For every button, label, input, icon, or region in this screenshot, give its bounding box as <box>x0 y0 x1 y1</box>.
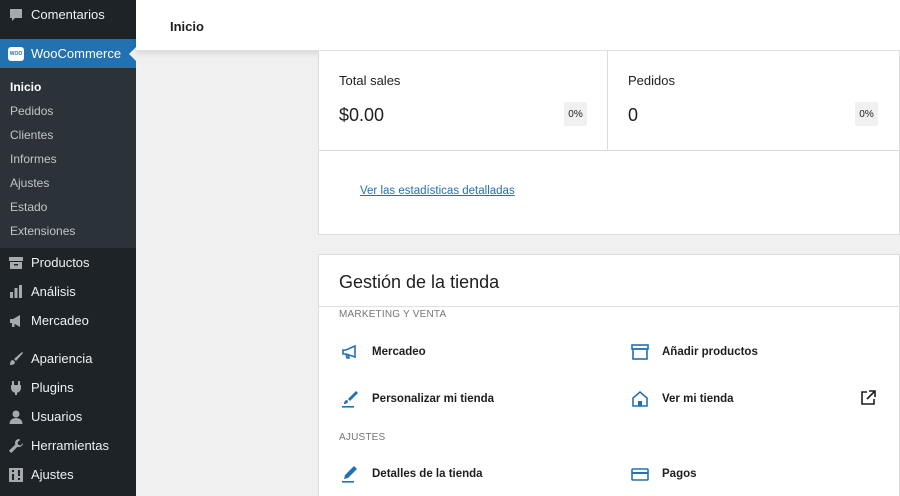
menu-settings[interactable]: Ajustes <box>0 460 136 489</box>
store-management-card: Gestión de la tienda MARKETING Y VENTA M… <box>318 254 900 496</box>
store-item-store-details[interactable]: Detalles de la tienda <box>339 463 483 485</box>
woocommerce-icon: WOO <box>8 46 24 62</box>
submenu-pedidos[interactable]: Pedidos <box>10 104 53 118</box>
stat-value: 0 <box>628 105 639 125</box>
woocommerce-submenu: Inicio Pedidos Clientes Informes Ajustes… <box>0 68 136 248</box>
menu-analytics-label: Análisis <box>31 284 76 299</box>
store-item-label: Detalles de la tienda <box>372 468 483 480</box>
menu-comments[interactable]: Comentarios <box>0 0 136 29</box>
submenu-inicio[interactable]: Inicio <box>10 80 41 94</box>
submenu-extensiones[interactable]: Extensiones <box>10 224 75 238</box>
menu-woocommerce[interactable]: WOO WooCommerce <box>0 39 137 68</box>
menu-products[interactable]: Productos <box>0 248 136 277</box>
store-item-view-store[interactable]: Ver mi tienda <box>629 388 734 410</box>
paintbrush-icon <box>8 351 24 367</box>
page-header: Inicio <box>136 0 900 51</box>
store-item-payments[interactable]: Pagos <box>629 463 697 485</box>
stats-card: Total sales $0.00 0% Pedidos 0 0% Ver la… <box>318 51 900 235</box>
store-item-customize[interactable]: Personalizar mi tienda <box>339 388 494 410</box>
menu-appearance[interactable]: Apariencia <box>0 344 136 373</box>
menu-users-label: Usuarios <box>31 409 83 424</box>
section-label-marketing: MARKETING Y VENTA <box>339 309 447 320</box>
stat-orders[interactable]: Pedidos 0 0% <box>608 51 900 150</box>
menu-tools-label: Herramientas <box>31 438 110 453</box>
submenu-estado[interactable]: Estado <box>10 200 47 214</box>
user-icon <box>8 409 24 425</box>
external-link-icon[interactable] <box>859 389 877 407</box>
menu-comments-label: Comentarios <box>31 7 105 22</box>
store-icon <box>629 388 651 410</box>
bar-chart-icon <box>8 284 24 300</box>
section-label-settings: AJUSTES <box>339 432 386 443</box>
menu-marketing[interactable]: Mercadeo <box>0 306 136 335</box>
megaphone-icon <box>339 341 361 363</box>
store-management-title: Gestión de la tienda <box>339 272 500 292</box>
detailed-stats-link[interactable]: Ver las estadísticas detalladas <box>360 185 515 197</box>
menu-plugins-label: Plugins <box>31 380 74 395</box>
submenu-clientes[interactable]: Clientes <box>10 128 53 142</box>
credit-card-icon <box>629 463 651 485</box>
divider <box>319 150 900 151</box>
pencil-icon <box>339 463 361 485</box>
megaphone-icon <box>8 313 24 329</box>
menu-settings-label: Ajustes <box>31 467 74 482</box>
brush-icon <box>339 388 361 410</box>
menu-appearance-label: Apariencia <box>31 351 93 366</box>
stat-label: Total sales <box>339 73 401 88</box>
menu-woocommerce-label: WooCommerce <box>31 46 122 61</box>
stat-label: Pedidos <box>628 73 675 88</box>
store-item-label: Añadir productos <box>662 346 758 358</box>
menu-products-label: Productos <box>31 255 90 270</box>
store-item-label: Mercadeo <box>372 346 426 358</box>
store-item-label: Pagos <box>662 468 697 480</box>
menu-marketing-label: Mercadeo <box>31 313 89 328</box>
admin-sidebar: Comentarios WOO WooCommerce Inicio Pedid… <box>0 0 137 496</box>
submenu-ajustes[interactable]: Ajustes <box>10 176 49 190</box>
store-item-label: Personalizar mi tienda <box>372 393 495 405</box>
archive-icon <box>629 341 651 363</box>
store-item-marketing[interactable]: Mercadeo <box>339 341 426 363</box>
submenu-informes[interactable]: Informes <box>10 152 57 166</box>
store-item-add-products[interactable]: Añadir productos <box>629 341 758 363</box>
menu-plugins[interactable]: Plugins <box>0 373 136 402</box>
menu-tools[interactable]: Herramientas <box>0 431 136 460</box>
divider <box>319 306 900 307</box>
stat-value: $0.00 <box>339 105 385 125</box>
plugin-icon <box>8 380 24 396</box>
stat-delta-badge: 0% <box>855 102 878 126</box>
products-icon <box>8 255 24 271</box>
wrench-icon <box>8 438 24 454</box>
page-title: Inicio <box>170 19 204 34</box>
store-item-label: Ver mi tienda <box>662 393 734 405</box>
stat-total-sales[interactable]: Total sales $0.00 0% <box>319 51 608 150</box>
menu-users[interactable]: Usuarios <box>0 402 136 431</box>
stat-delta-badge: 0% <box>564 102 587 126</box>
settings-icon <box>8 467 24 483</box>
menu-analytics[interactable]: Análisis <box>0 277 136 306</box>
comments-icon <box>8 7 24 23</box>
